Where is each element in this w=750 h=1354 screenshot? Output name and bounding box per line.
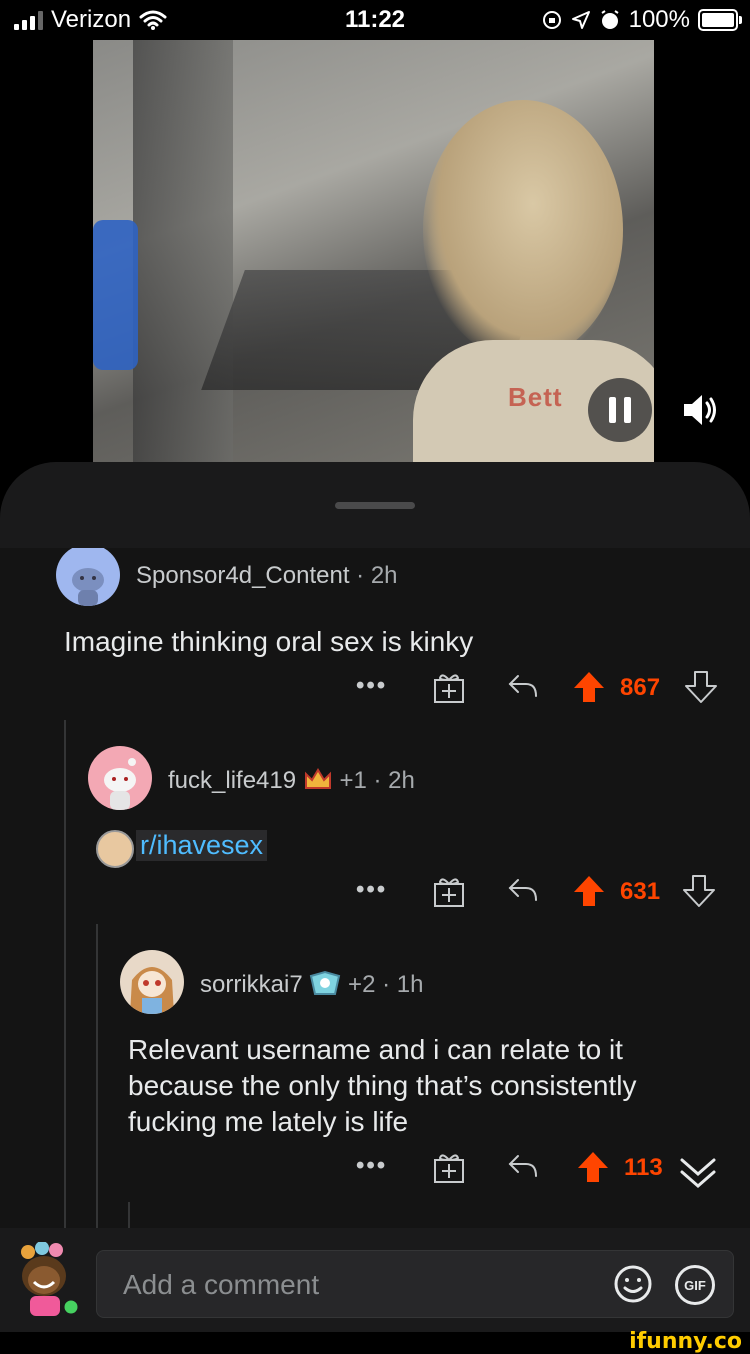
- anime-avatar-icon: [130, 967, 174, 1014]
- comment-meta: +2 · 1h: [348, 971, 424, 998]
- comment-line: Relevant username and i can relate to it: [128, 1034, 623, 1065]
- video-player[interactable]: Bett: [93, 40, 654, 462]
- user-avatar-icon: [21, 1241, 81, 1317]
- username[interactable]: fuck_life419: [168, 767, 296, 794]
- award-icon[interactable]: [432, 670, 466, 704]
- comment-meta: +1 · 2h: [339, 767, 415, 794]
- battery-icon: [698, 9, 742, 31]
- snoo-avatar-icon: [104, 758, 136, 810]
- username[interactable]: sorrikkai7: [200, 971, 303, 998]
- comment-body: Imagine thinking oral sex is kinky: [64, 626, 474, 657]
- subreddit-icon: [96, 830, 134, 868]
- avatar[interactable]: [56, 548, 120, 606]
- sheet-drag-handle[interactable]: [335, 502, 415, 509]
- comment-actions: ••• 867: [356, 668, 726, 708]
- more-options-button[interactable]: •••: [356, 876, 387, 904]
- sound-on-icon[interactable]: [680, 392, 720, 428]
- video-frame-shape: [423, 100, 623, 360]
- comment-actions: ••• 631: [356, 872, 726, 912]
- emoji-icon[interactable]: [613, 1264, 653, 1304]
- comment-actions: ••• 113: [356, 1148, 726, 1188]
- downvote-icon[interactable]: [682, 874, 716, 908]
- award-icon[interactable]: [432, 1150, 466, 1184]
- status-right: 100%: [541, 6, 742, 34]
- flair-award-icon: [310, 970, 341, 995]
- pause-icon: [609, 397, 616, 423]
- reply-icon[interactable]: [506, 876, 540, 906]
- comment-line: fucking me lately is life: [128, 1106, 409, 1137]
- vote-score: 867: [620, 674, 661, 701]
- comment-author[interactable]: fuck_life419 +1 · 2h: [168, 766, 415, 795]
- upvote-icon[interactable]: [572, 670, 606, 704]
- status-bar: Verizon 11:22 100%: [0, 0, 750, 40]
- crown-award-icon: [304, 768, 331, 789]
- comment-author[interactable]: Sponsor4d_Content · 2h: [136, 562, 398, 590]
- pause-button[interactable]: [588, 378, 652, 442]
- comment-meta: · 2h: [356, 562, 398, 589]
- video-frame-shape: [93, 220, 138, 370]
- orientation-lock-icon: [542, 11, 561, 29]
- comment-thread: Sponsor4d_Content · 2h Imagine thinking …: [0, 548, 750, 1228]
- comment-author[interactable]: sorrikkai7 +2 · 1h: [200, 970, 423, 999]
- watermark: ifunny.co: [629, 1329, 742, 1354]
- subreddit-link[interactable]: r/ihavesex: [136, 830, 268, 861]
- thread-line[interactable]: [128, 1202, 130, 1228]
- vote-score: 631: [620, 878, 661, 905]
- more-options-button[interactable]: •••: [356, 1152, 387, 1180]
- location-icon: [571, 11, 590, 29]
- video-frame-shape: [133, 40, 233, 462]
- gif-button[interactable]: GIF: [675, 1265, 715, 1305]
- thread-line[interactable]: [96, 924, 98, 1228]
- reply-icon[interactable]: [506, 1152, 540, 1182]
- avatar[interactable]: [88, 746, 152, 810]
- vote-score: 113: [624, 1154, 663, 1181]
- comment-input-placeholder: Add a comment: [123, 1269, 320, 1300]
- pause-icon: [624, 397, 631, 423]
- comment-input[interactable]: Add a comment GIF: [96, 1250, 734, 1318]
- avatar[interactable]: [120, 950, 184, 1014]
- comment-body: Relevant username and i can relate to it…: [128, 1032, 728, 1140]
- username[interactable]: Sponsor4d_Content: [136, 562, 350, 589]
- upvote-icon[interactable]: [576, 1150, 610, 1184]
- downvote-icon[interactable]: [684, 670, 718, 704]
- award-icon[interactable]: [432, 874, 466, 908]
- more-options-button[interactable]: •••: [356, 672, 387, 700]
- comment-line: because the only thing that’s consistent…: [128, 1070, 637, 1101]
- gif-label: GIF: [684, 1277, 706, 1293]
- snoo-avatar-icon: [72, 568, 104, 606]
- thread-line[interactable]: [64, 720, 66, 1228]
- upvote-icon[interactable]: [572, 874, 606, 908]
- battery-percent: 100%: [628, 6, 690, 33]
- user-avatar[interactable]: [14, 1241, 81, 1317]
- reply-icon[interactable]: [506, 672, 540, 702]
- collapse-chevron-icon[interactable]: [678, 1154, 718, 1194]
- alarm-icon: [601, 10, 619, 29]
- video-logo: Bett: [508, 382, 563, 412]
